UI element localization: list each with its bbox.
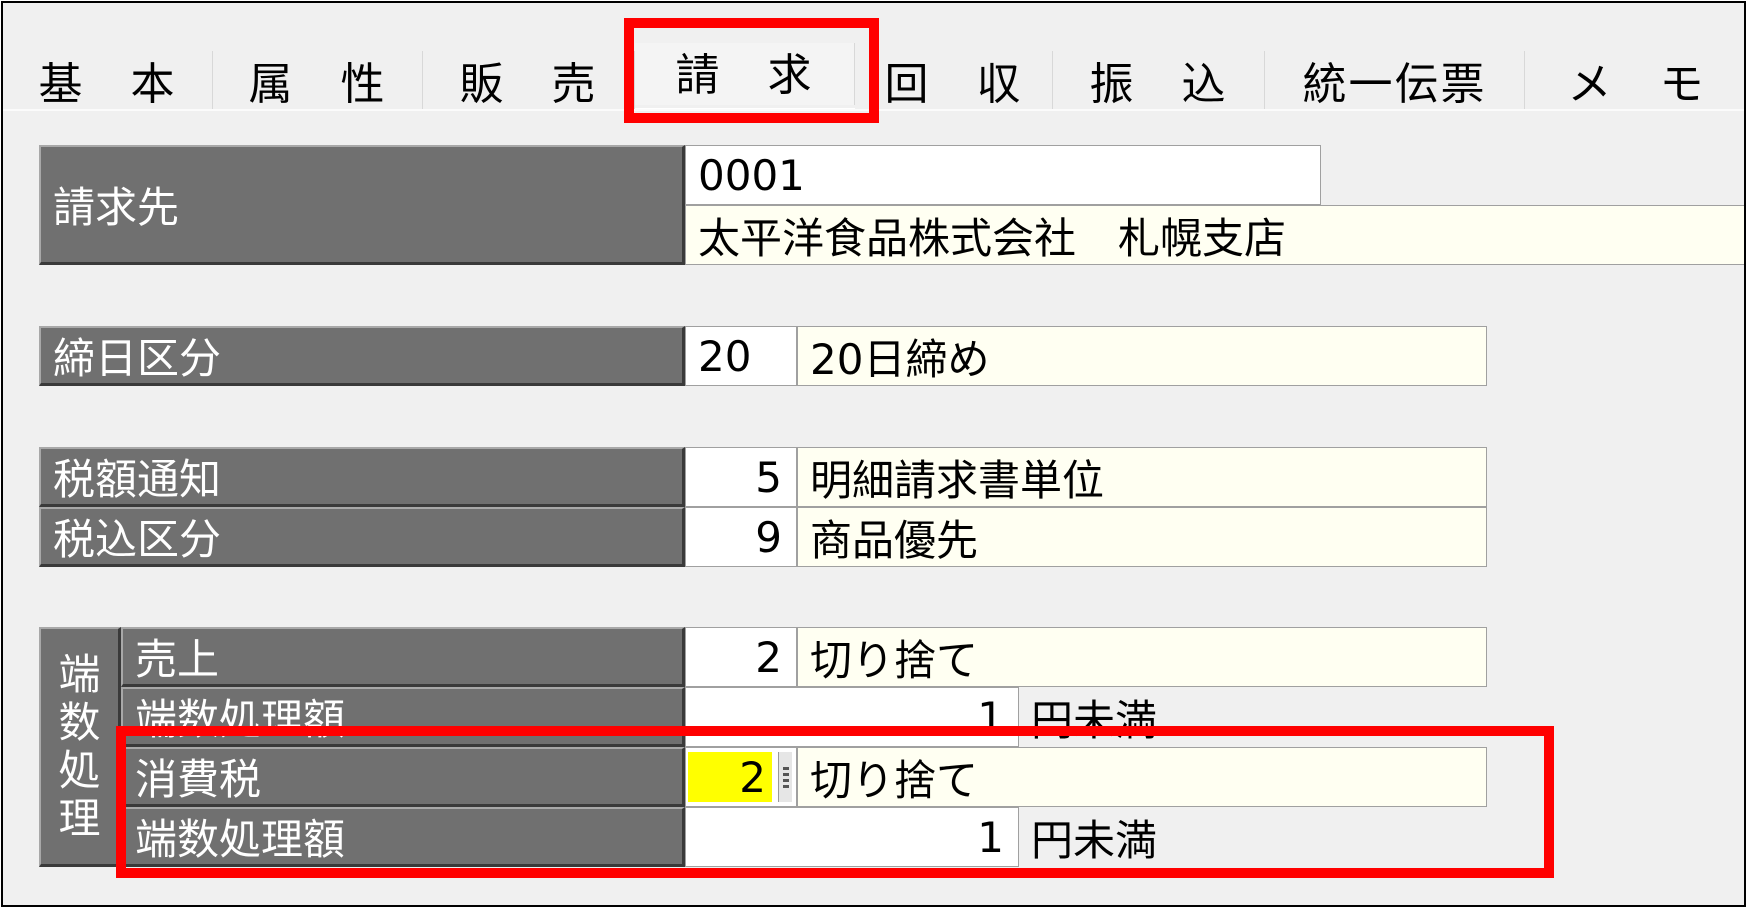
window-frame: 基 本 属 性 販 売 請 求 回 収 振 込 統一伝票 メ モ 請求先 000… (1, 1, 1746, 907)
rounding-group-label: 端数処理 (39, 627, 121, 867)
tax-notice-text-field: 明細請求書単位 (797, 447, 1487, 507)
tax-notice-code-input[interactable]: 5 (685, 447, 797, 507)
billing-to-label: 請求先 (39, 145, 685, 265)
billing-to-name-field: 太平洋食品株式会社 札幌支店 (685, 205, 1744, 265)
highlight-billing-tab (624, 18, 879, 123)
tab-basic[interactable]: 基 本 (3, 51, 213, 110)
tax-included-text-field: 商品優先 (797, 507, 1487, 567)
tab-memo[interactable]: メ モ (1525, 51, 1744, 110)
rounding-sales-code-input[interactable]: 2 (685, 627, 797, 687)
tab-attributes[interactable]: 属 性 (213, 51, 423, 110)
billing-to-code-input[interactable]: 0001 (685, 145, 1321, 205)
tab-transfer[interactable]: 振 込 (1053, 51, 1265, 110)
rounding-sales-label: 売上 (121, 627, 685, 687)
closing-day-label: 締日区分 (39, 326, 685, 386)
rounding-group-label-text: 端数処理 (58, 650, 101, 843)
closing-day-code-input[interactable]: 20 (685, 326, 797, 386)
tax-notice-label: 税額通知 (39, 447, 685, 507)
rounding-sales-text-field: 切り捨て (797, 627, 1487, 687)
tax-included-label: 税込区分 (39, 507, 685, 567)
highlight-consumption-tax-rows (116, 726, 1554, 878)
tax-included-code-input[interactable]: 9 (685, 507, 797, 567)
tab-sales[interactable]: 販 売 (423, 51, 635, 110)
tab-collection[interactable]: 回 収 (855, 51, 1053, 110)
tab-unified-slip[interactable]: 統一伝票 (1265, 51, 1525, 110)
closing-day-text-field: 20日締め (797, 326, 1487, 386)
